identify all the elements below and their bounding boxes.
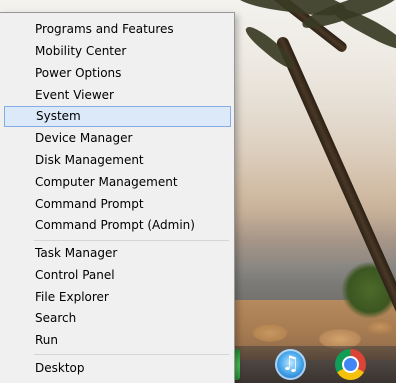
menu-item-disk-management[interactable]: Disk Management	[4, 150, 231, 171]
menu-item-power-options[interactable]: Power Options	[4, 63, 231, 84]
menu-item-mobility-center[interactable]: Mobility Center	[4, 41, 231, 62]
menu-item-search[interactable]: Search	[4, 308, 231, 329]
power-user-menu: Programs and Features Mobility Center Po…	[0, 12, 235, 383]
menu-item-system[interactable]: System	[4, 106, 231, 127]
menu-item-command-prompt[interactable]: Command Prompt	[4, 194, 231, 215]
menu-separator	[34, 240, 229, 241]
menu-item-file-explorer[interactable]: File Explorer	[4, 287, 231, 308]
menu-item-task-manager[interactable]: Task Manager	[4, 243, 231, 264]
menu-item-event-viewer[interactable]: Event Viewer	[4, 85, 231, 106]
chrome-icon[interactable]	[335, 349, 366, 380]
itunes-icon[interactable]	[275, 349, 306, 380]
menu-item-run[interactable]: Run	[4, 330, 231, 351]
menu-item-programs-and-features[interactable]: Programs and Features	[4, 19, 231, 40]
menu-item-control-panel[interactable]: Control Panel	[4, 265, 231, 286]
menu-item-command-prompt-admin[interactable]: Command Prompt (Admin)	[4, 215, 231, 236]
menu-item-device-manager[interactable]: Device Manager	[4, 128, 231, 149]
menu-item-desktop[interactable]: Desktop	[4, 358, 231, 379]
menu-item-computer-management[interactable]: Computer Management	[4, 172, 231, 193]
menu-separator	[34, 354, 229, 355]
